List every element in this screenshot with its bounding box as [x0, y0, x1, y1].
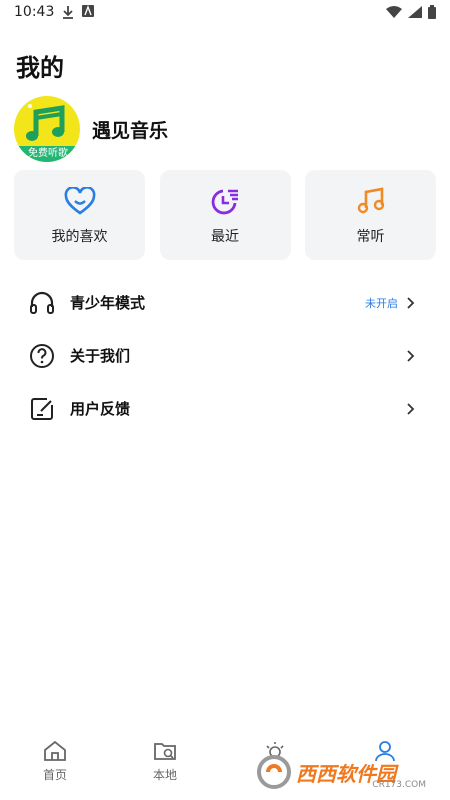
shortcut-cards: 我的喜欢 最近 常听: [14, 170, 436, 260]
avatar-badge: 免费听歌: [14, 146, 80, 162]
wifi-icon: [386, 6, 402, 18]
status-time: 10:43: [14, 4, 55, 20]
frequent-card[interactable]: 常听: [305, 170, 436, 260]
watermark-logo: 西西软件园 CR173.COM: [256, 752, 432, 792]
watermark-emblem-icon: [257, 755, 291, 789]
nav-local-label: 本地: [152, 768, 177, 782]
my-favorites-card[interactable]: 我的喜欢: [14, 170, 145, 260]
app-notification-icon: [82, 5, 94, 17]
download-icon: [63, 6, 73, 19]
menu-item-teen-mode[interactable]: 青少年模式 未开启: [28, 276, 418, 329]
nav-home-label: 首页: [42, 768, 67, 782]
menu-label: 用户反馈: [70, 400, 131, 418]
signal-icon: [408, 6, 422, 18]
page-title: 我的: [16, 54, 64, 82]
settings-menu: 青少年模式 未开启 关于我们 用户反馈: [28, 276, 418, 435]
menu-label: 青少年模式: [70, 294, 146, 312]
menu-item-about-us[interactable]: 关于我们: [28, 329, 418, 382]
chevron-right-icon: [407, 349, 415, 362]
battery-icon: [428, 5, 436, 19]
watermark-sub: CR173.COM: [372, 780, 426, 790]
my-favorites-label: 我的喜欢: [51, 229, 108, 245]
status-bar: 10:43: [0, 0, 450, 26]
recent-icon: [211, 189, 238, 215]
headphones-icon: [30, 291, 54, 314]
teen-mode-status: 未开启: [365, 296, 398, 310]
local-folder-icon: [154, 743, 176, 760]
heart-icon: [64, 187, 95, 215]
avatar[interactable]: 免费听歌: [14, 96, 80, 162]
menu-item-feedback[interactable]: 用户反馈: [28, 382, 418, 435]
music-note-icon: [357, 187, 384, 214]
feedback-icon: [31, 397, 53, 420]
recent-card[interactable]: 最近: [159, 170, 291, 260]
recent-label: 最近: [211, 229, 239, 245]
chevron-right-icon: [407, 402, 415, 415]
question-icon: [30, 343, 54, 368]
home-icon: [44, 740, 66, 761]
profile-header[interactable]: 免费听歌 遇见音乐: [14, 96, 168, 162]
chevron-right-icon: [407, 296, 415, 309]
frequent-label: 常听: [356, 229, 385, 245]
menu-label: 关于我们: [70, 347, 131, 365]
nav-home[interactable]: 首页: [0, 734, 110, 800]
username[interactable]: 遇见音乐: [92, 116, 168, 143]
nav-local[interactable]: 本地: [110, 734, 220, 800]
